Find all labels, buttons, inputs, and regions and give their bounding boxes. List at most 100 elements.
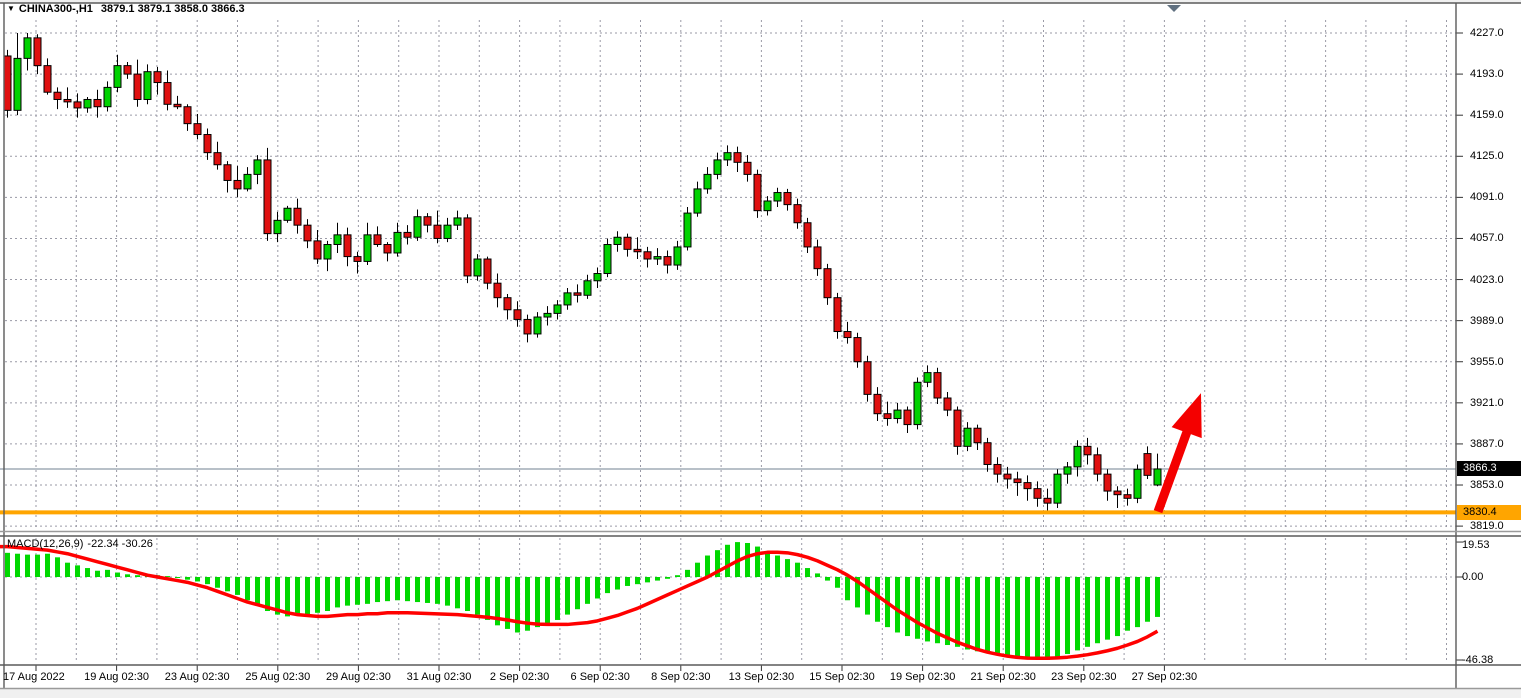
macd-histogram-bar (385, 577, 390, 601)
candle (454, 211, 461, 230)
candle-body (904, 410, 911, 425)
candle (614, 231, 621, 252)
macd-histogram-bar (405, 577, 410, 601)
window-edge-bottom (0, 689, 1521, 698)
candle-body (724, 153, 731, 160)
candle-body (874, 394, 881, 413)
current-price-badge: 3866.3 (1457, 461, 1521, 476)
macd-histogram-bar (245, 577, 250, 600)
macd-histogram-bar (835, 577, 840, 588)
candle-body (994, 464, 1001, 474)
macd-histogram-bar (555, 577, 560, 620)
macd-histogram-bar (575, 577, 580, 609)
candle-body (284, 208, 291, 220)
candle (1064, 462, 1071, 484)
time-tick-label: 31 Aug 02:30 (407, 671, 472, 683)
candle-body (1064, 467, 1071, 474)
candle-body (1004, 474, 1011, 479)
candle-body (424, 217, 431, 225)
candle (184, 104, 191, 131)
candle (254, 155, 261, 184)
macd-histogram-bar (945, 577, 950, 645)
candle-body (34, 38, 41, 66)
candle-body (744, 162, 751, 174)
macd-histogram-bar (195, 577, 200, 581)
candle-body (784, 193, 791, 205)
candle (134, 60, 141, 107)
candle (564, 288, 571, 310)
candle-body (144, 72, 151, 100)
candle (84, 97, 91, 113)
candle (674, 241, 681, 270)
candle-body (634, 249, 641, 251)
candle-body (64, 99, 71, 101)
candle-body (544, 313, 551, 317)
candle (864, 356, 871, 402)
candle-body (924, 373, 931, 383)
candle (224, 161, 231, 192)
macd-histogram-bar (585, 577, 590, 604)
macd-histogram-bar (665, 577, 670, 579)
macd-layer[interactable] (0, 542, 1160, 660)
candle (274, 212, 281, 242)
time-tick-label: 23 Sep 02:30 (1051, 671, 1116, 683)
candle (914, 377, 921, 429)
candle-body (84, 99, 91, 107)
candle (974, 425, 981, 450)
macd-histogram-bar (295, 577, 300, 615)
macd-histogram-bar (655, 577, 660, 581)
candle (24, 33, 31, 70)
candle (574, 284, 581, 302)
macd-histogram-bar (545, 577, 550, 624)
price-tick-label: 3989.0 (1470, 315, 1504, 327)
macd-histogram-bar (915, 577, 920, 639)
candle-body (44, 66, 51, 93)
candle-body (674, 247, 681, 265)
price-chart-canvas[interactable] (0, 0, 1521, 698)
macd-histogram-bar (65, 563, 70, 577)
candle (804, 218, 811, 253)
candle-body (984, 443, 991, 465)
candle-body (414, 217, 421, 238)
candle-body (334, 235, 341, 245)
candle-body (814, 247, 821, 269)
macd-histogram-bar (965, 577, 970, 649)
candle-body (534, 317, 541, 334)
candle (684, 207, 691, 251)
candle-body (484, 259, 491, 283)
macd-histogram-bar (1045, 577, 1050, 660)
candle-body (1114, 491, 1121, 495)
candle (724, 145, 731, 166)
candle-body (1104, 474, 1111, 491)
candle-body (104, 87, 111, 106)
candle-body (224, 165, 231, 181)
candle-body (464, 218, 471, 276)
candle-body (344, 235, 351, 257)
time-tick-label: 2 Sep 02:30 (490, 671, 549, 683)
price-tick-label: 3921.0 (1470, 397, 1504, 409)
candle-body (844, 332, 851, 338)
candle (824, 264, 831, 305)
candle (384, 242, 391, 261)
candle-body (124, 66, 131, 74)
candle-body (524, 319, 531, 334)
macd-histogram-bar (355, 577, 360, 605)
symbol-dropdown-icon[interactable]: ▼ (7, 4, 15, 13)
candle (414, 209, 421, 240)
candle (994, 457, 1001, 482)
candle-body (354, 257, 361, 262)
candle-body (294, 208, 301, 225)
candle-body (444, 225, 451, 238)
candle (694, 182, 701, 217)
candle (144, 64, 151, 104)
candle-body (974, 428, 981, 443)
candle (814, 240, 821, 276)
candle (1094, 448, 1101, 482)
macd-histogram-bar (975, 577, 980, 651)
candles-layer[interactable] (4, 33, 1161, 512)
macd-indicator-values: -22.34 -30.26 (87, 538, 152, 550)
arrow-head (1172, 393, 1202, 438)
macd-histogram-bar (425, 577, 430, 603)
candle-body (184, 107, 191, 124)
candle-body (764, 201, 771, 211)
